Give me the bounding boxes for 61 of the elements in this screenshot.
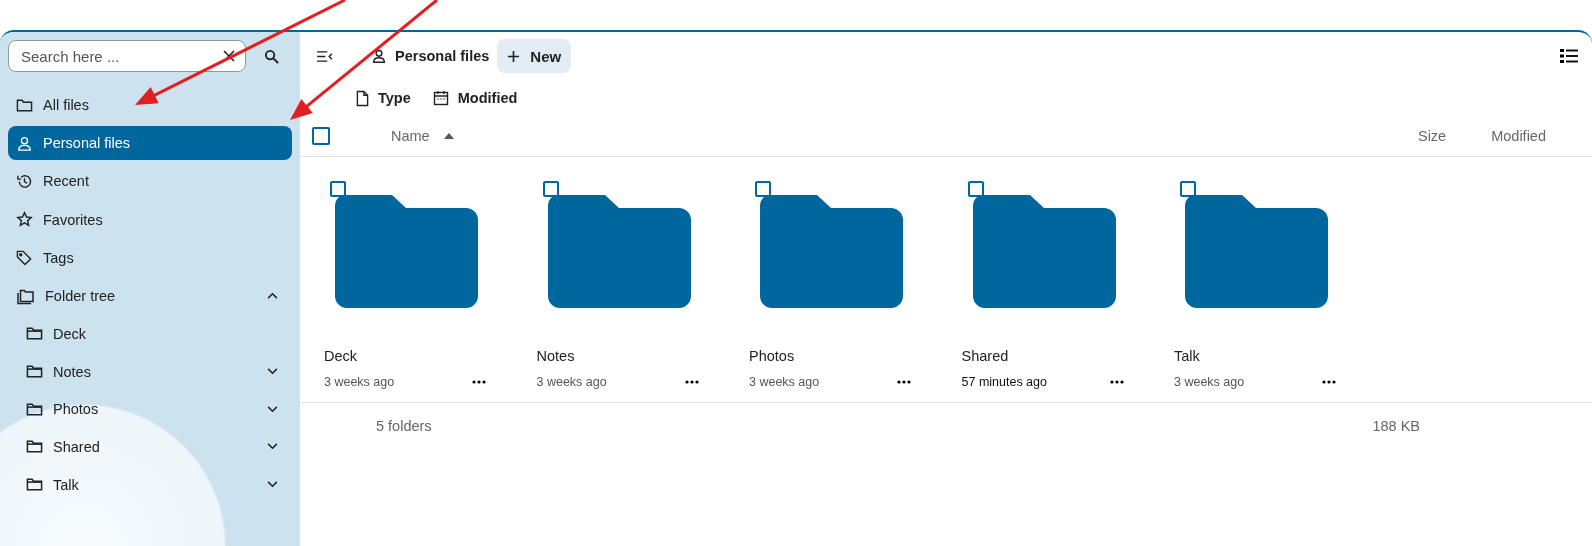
menu-toggle-icon[interactable] bbox=[316, 49, 333, 63]
tree-item[interactable]: Deck bbox=[8, 317, 292, 351]
tree-item[interactable]: Talk bbox=[8, 467, 292, 502]
sidebar-item[interactable]: Recent bbox=[8, 164, 292, 199]
tree-item[interactable]: Shared bbox=[8, 430, 292, 464]
calendar-icon bbox=[432, 90, 449, 106]
list-view-icon[interactable] bbox=[1560, 48, 1578, 64]
folder-count: 5 folders bbox=[376, 418, 432, 434]
total-size: 188 KB bbox=[1372, 418, 1420, 434]
modified-time: 3 weeks ago bbox=[1174, 375, 1245, 389]
folder-icon[interactable] bbox=[1185, 195, 1328, 308]
star-icon bbox=[16, 211, 33, 229]
modified-time: 3 weeks ago bbox=[749, 375, 820, 389]
history-icon bbox=[16, 172, 33, 190]
folder-name[interactable]: Shared bbox=[961, 348, 1174, 364]
new-button[interactable]: New bbox=[497, 39, 572, 73]
modified-time: 57 minutes ago bbox=[961, 375, 1047, 389]
filter-button[interactable]: Modified bbox=[428, 90, 522, 106]
chevron-up-icon[interactable] bbox=[267, 292, 278, 300]
folder-name[interactable]: Deck bbox=[324, 348, 537, 364]
plus-icon bbox=[507, 49, 521, 63]
more-options-icon[interactable] bbox=[1322, 380, 1336, 384]
column-header[interactable]: Size bbox=[1411, 127, 1453, 145]
chevron-down-icon[interactable] bbox=[267, 481, 278, 489]
tag-icon bbox=[16, 249, 33, 267]
sidebar-item[interactable]: Personal files bbox=[8, 126, 292, 161]
chevron-down-icon[interactable] bbox=[267, 405, 278, 413]
sidebar-item[interactable]: Favorites bbox=[8, 202, 292, 237]
sidebar-item[interactable]: All files bbox=[8, 88, 292, 122]
folder-icon[interactable] bbox=[335, 195, 478, 308]
folder-name[interactable]: Talk bbox=[1174, 348, 1387, 364]
modified-time: 3 weeks ago bbox=[324, 375, 395, 389]
person-icon bbox=[16, 134, 33, 152]
search-input[interactable]: Search here ... bbox=[19, 46, 223, 66]
file-icon bbox=[356, 89, 369, 107]
folder-icon[interactable] bbox=[972, 195, 1116, 308]
more-options-icon[interactable] bbox=[472, 380, 486, 384]
select-all-checkbox[interactable] bbox=[312, 127, 330, 145]
breadcrumb[interactable]: Personal files bbox=[371, 48, 490, 64]
search-icon[interactable] bbox=[264, 48, 279, 64]
tree-item[interactable]: Photos bbox=[8, 392, 292, 426]
search-field[interactable]: Search here ... bbox=[8, 40, 246, 72]
folder-name[interactable]: Photos bbox=[749, 348, 962, 364]
folder-icon[interactable] bbox=[547, 195, 691, 308]
more-options-icon[interactable] bbox=[684, 380, 699, 384]
column-header[interactable]: Modified bbox=[1485, 127, 1552, 145]
folder-icon[interactable] bbox=[760, 195, 903, 308]
modified-time: 3 weeks ago bbox=[536, 375, 607, 389]
folder-name[interactable]: Notes bbox=[536, 348, 749, 364]
person-icon bbox=[371, 48, 387, 64]
folder-tree-toggle[interactable]: Folder tree bbox=[8, 278, 292, 313]
sidebar-item[interactable]: Tags bbox=[8, 240, 292, 275]
more-options-icon[interactable] bbox=[897, 380, 911, 384]
column-header[interactable]: Name bbox=[385, 127, 436, 145]
chevron-down-icon[interactable] bbox=[267, 443, 278, 451]
filter-button[interactable]: Type bbox=[352, 89, 415, 107]
tree-item[interactable]: Notes bbox=[8, 354, 292, 389]
more-options-icon[interactable] bbox=[1109, 380, 1124, 384]
sort-up-icon[interactable] bbox=[443, 133, 454, 139]
chevron-down-icon[interactable] bbox=[267, 368, 278, 376]
close-icon[interactable] bbox=[223, 50, 235, 62]
